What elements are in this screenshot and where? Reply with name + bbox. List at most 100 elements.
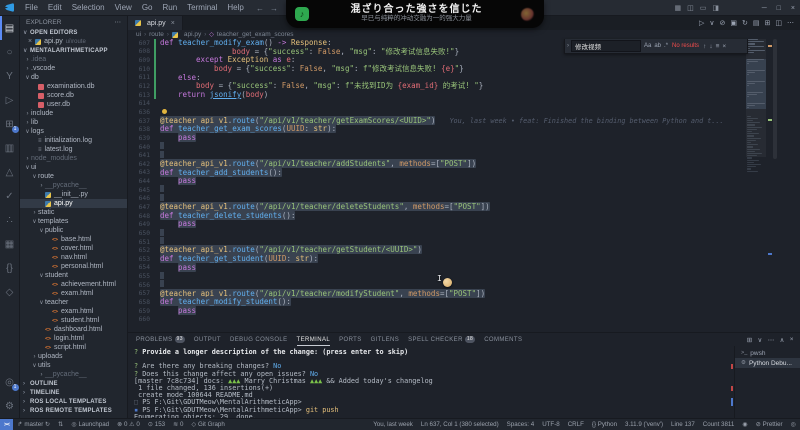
tree-item-.idea[interactable]: ›.idea xyxy=(20,55,127,64)
tree-item-achievement.html[interactable]: <>achievement.html xyxy=(20,280,127,289)
tree-item-templates[interactable]: ∨templates xyxy=(20,217,127,226)
tree-item-student[interactable]: ∨student xyxy=(20,271,127,280)
panel-action-icon[interactable]: ⋯ xyxy=(768,336,775,344)
menu-run[interactable]: Run xyxy=(157,3,182,12)
tree-item-exam.html[interactable]: <>exam.html xyxy=(20,289,127,298)
activity-todo-check-icon[interactable]: ✓ xyxy=(0,184,20,208)
activity-source-control-icon[interactable]: Y xyxy=(0,64,20,88)
tree-item-__pycache__[interactable]: ›__pycache__ xyxy=(20,181,127,190)
nav-back-icon[interactable]: ← xyxy=(256,4,264,13)
open-editor-item[interactable]: ×api.pyui\route xyxy=(20,37,127,46)
activity-extensions-icon[interactable]: ⊞1 xyxy=(0,112,20,136)
close-icon[interactable]: × xyxy=(786,5,800,12)
tree-item-ui[interactable]: ∨ui xyxy=(20,163,127,172)
menu-terminal[interactable]: Terminal xyxy=(182,3,222,12)
editor-action-icon[interactable]: ↻ xyxy=(742,19,748,27)
section-ros-local-templates[interactable]: ›ROS LOCAL TEMPLATES xyxy=(20,397,127,406)
activity-explorer-icon[interactable]: ▤ xyxy=(0,16,20,40)
tree-item-base.html[interactable]: <>base.html xyxy=(20,235,127,244)
status-line-count[interactable]: Line 137 xyxy=(667,419,699,430)
editor-action-icon[interactable]: ▣ xyxy=(730,19,737,27)
minimap-slider[interactable] xyxy=(746,39,766,157)
tree-item-__pycache__[interactable]: ›__pycache__ xyxy=(20,370,127,379)
editor-action-icon[interactable]: ⊞ xyxy=(765,19,771,27)
layout-toggle-icon[interactable]: ▭ xyxy=(697,4,710,12)
find-option-.*[interactable]: .* xyxy=(664,43,668,49)
status-gitlens-launchpad[interactable]: ◎ Launchpad xyxy=(67,419,113,430)
tree-item-uploads[interactable]: ›uploads xyxy=(20,352,127,361)
status-git-graph[interactable]: ◇ Git Graph xyxy=(187,419,228,430)
tree-item-login.html[interactable]: <>login.html xyxy=(20,334,127,343)
tree-item-examination.db[interactable]: examination.db xyxy=(20,82,127,91)
tree-item-db[interactable]: ∨db xyxy=(20,73,127,82)
code-editor[interactable]: 607def teacher_modify_exam() -> Response… xyxy=(128,39,744,332)
tree-item-personal.html[interactable]: <>personal.html xyxy=(20,262,127,271)
tree-item-user.db[interactable]: user.db xyxy=(20,100,127,109)
tree-item-public[interactable]: ∨public xyxy=(20,226,127,235)
project-root-header[interactable]: ∨MENTALARITHMETICAPP xyxy=(20,46,127,55)
code-line-614[interactable]: 614 xyxy=(128,99,744,108)
code-line-645[interactable]: 645 xyxy=(128,186,744,195)
code-line-654[interactable]: 654pass xyxy=(128,264,744,273)
tree-item-route[interactable]: ∨route xyxy=(20,172,127,181)
tree-item-latest.log[interactable]: ≡latest.log xyxy=(20,145,127,154)
activity-search-icon[interactable]: ○ xyxy=(0,40,20,64)
panel-action-icon[interactable]: × xyxy=(790,336,794,344)
code-line-644[interactable]: 644pass xyxy=(128,177,744,186)
activity-hex-extension-icon[interactable]: ◇ xyxy=(0,280,20,304)
tree-item-.vscode[interactable]: ›.vscode xyxy=(20,64,127,73)
tree-item-api.py[interactable]: api.py xyxy=(20,199,127,208)
code-line-653[interactable]: 653def teacher_get_student(UUID: str): xyxy=(128,255,744,264)
status-python-interpreter[interactable]: 3.11.9 ('venv') xyxy=(621,419,667,430)
panel-tab-gitlens[interactable]: GITLENS xyxy=(371,333,399,346)
tree-item-node_modules[interactable]: ›node_modules xyxy=(20,154,127,163)
code-line-649[interactable]: 649pass xyxy=(128,220,744,229)
editor-action-icon[interactable]: ▷ xyxy=(699,19,704,27)
tree-item-logs[interactable]: ∨logs xyxy=(20,127,127,136)
code-line-655[interactable]: 655 xyxy=(128,272,744,281)
code-line-650[interactable]: 650 xyxy=(128,229,744,238)
menu-file[interactable]: File xyxy=(20,3,43,12)
tree-item-__init__.py[interactable]: __init__.py xyxy=(20,190,127,199)
maximize-icon[interactable]: □ xyxy=(772,5,786,12)
menu-help[interactable]: Help xyxy=(222,3,248,12)
find-option-Aa[interactable]: Aa xyxy=(644,43,651,49)
code-line-613[interactable]: 613return jsonify(body) xyxy=(128,91,744,100)
status-encoding[interactable]: UTF-8 xyxy=(538,419,564,430)
tree-item-cover.html[interactable]: <>cover.html xyxy=(20,244,127,253)
tree-item-include[interactable]: ›include xyxy=(20,109,127,118)
tab-api.py[interactable]: api.py× xyxy=(128,16,183,30)
panel-tab-terminal[interactable]: TERMINAL xyxy=(297,333,331,346)
status-eol[interactable]: CRLF xyxy=(564,419,588,430)
activity-run-debug-icon[interactable]: ▷ xyxy=(0,88,20,112)
nav-forward-icon[interactable]: → xyxy=(270,4,278,13)
sidebar-more-icon[interactable]: ⋯ xyxy=(115,18,122,26)
terminal-tab-pwsh[interactable]: >_pwsh xyxy=(735,348,800,358)
panel-tab-spell-checker[interactable]: SPELL CHECKER18 xyxy=(408,333,475,346)
status-cursor-position[interactable]: Ln 637, Col 1 (380 selected) xyxy=(417,419,503,430)
activity-remote-explorer-icon[interactable]: ▥ xyxy=(0,136,20,160)
terminal-output[interactable]: ? Provide a longer description of the ch… xyxy=(128,346,734,418)
activity-docker-icon[interactable]: ▦ xyxy=(0,232,20,256)
minimap[interactable] xyxy=(746,39,766,332)
status-prettier-status[interactable]: ⊘ Prettier xyxy=(752,419,787,430)
status-git-branch[interactable]: ↱ master ↻ xyxy=(13,419,54,430)
open-editors-header[interactable]: ∨OPEN EDITORS xyxy=(20,28,127,37)
activity-paw-extension-icon[interactable]: ∴ xyxy=(0,208,20,232)
panel-tab-ports[interactable]: PORTS xyxy=(339,333,362,346)
find-option-ab[interactable]: ab xyxy=(654,43,661,49)
panel-tab-problems[interactable]: PROBLEMS93 xyxy=(136,333,185,346)
menu-view[interactable]: View xyxy=(110,3,137,12)
find-in-selection-icon[interactable]: ≡ xyxy=(716,43,720,50)
editor-action-icon[interactable]: ◫ xyxy=(775,19,782,27)
code-line-643[interactable]: 643def teacher_add_students(): xyxy=(128,169,744,178)
panel-tab-output[interactable]: OUTPUT xyxy=(194,333,221,346)
layout-toggle-icon[interactable]: ▦ xyxy=(672,4,685,12)
status-indentation[interactable]: Spaces: 4 xyxy=(503,419,539,430)
editor-scrollbar[interactable] xyxy=(773,39,777,159)
status-sync-changes[interactable]: ⇅ xyxy=(54,419,67,430)
find-input[interactable]: 修改视频 xyxy=(571,40,641,52)
activity-snippets-icon[interactable]: {} xyxy=(0,256,20,280)
status-extension-icon[interactable]: ◉ xyxy=(738,419,751,430)
terminal-tab-PythonDebu[interactable]: ⚙Python Debu... xyxy=(735,358,800,368)
